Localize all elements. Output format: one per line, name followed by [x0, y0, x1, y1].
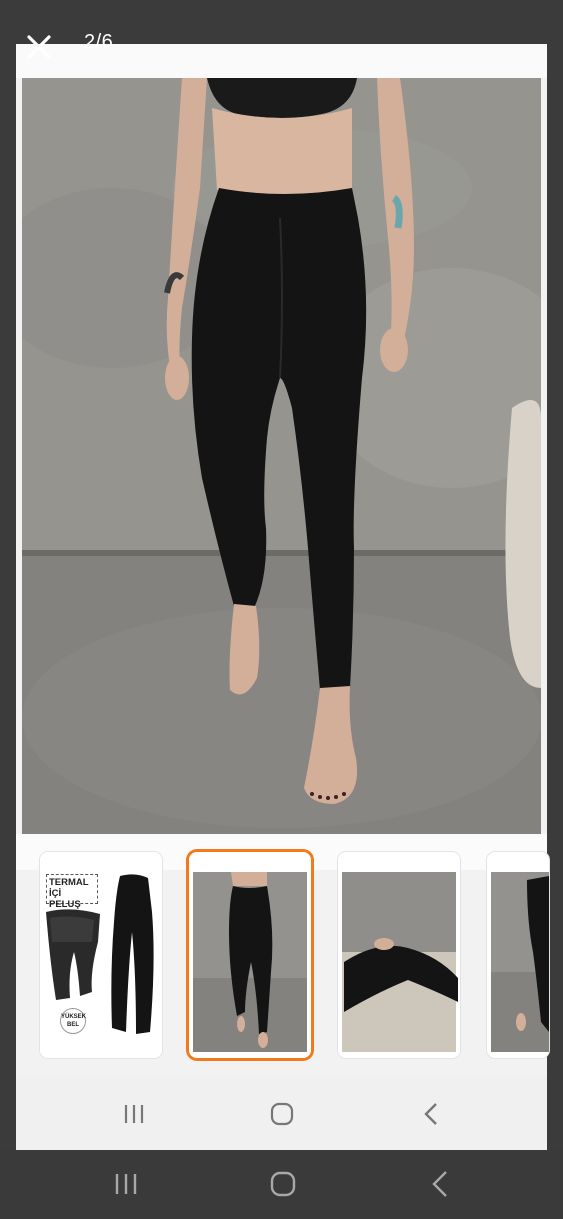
app-recents-button[interactable] — [114, 1094, 154, 1134]
thumbnail-4[interactable] — [487, 852, 549, 1058]
badge-high-waist-bottom: BEL — [67, 1022, 79, 1028]
thumbnail-label-termal: TERMAL İÇİ PELUŞ — [46, 874, 98, 910]
label-termal-sub: İÇİ PELUŞ — [49, 888, 81, 910]
badge-high-waist-top: YÜKSEK — [61, 1014, 87, 1020]
recents-icon — [115, 1174, 137, 1194]
system-home-button[interactable] — [263, 1164, 303, 1204]
label-termal-title: TERMAL — [49, 877, 89, 888]
frame-left — [0, 44, 16, 1150]
back-icon — [432, 1171, 447, 1197]
close-icon — [27, 35, 51, 59]
system-recents-button[interactable] — [106, 1164, 146, 1204]
badge-high-waist: YÜKSEK BEL — [60, 1008, 86, 1034]
home-icon — [270, 1171, 296, 1197]
app-home-button[interactable] — [262, 1094, 302, 1134]
recents-icon — [124, 1105, 144, 1123]
close-button[interactable] — [22, 30, 56, 64]
thumbnail-3[interactable] — [338, 852, 460, 1058]
frame-right — [547, 44, 563, 1150]
main-product-photo[interactable] — [22, 78, 541, 834]
system-back-button[interactable] — [420, 1164, 460, 1204]
thumbnail-1[interactable]: TERMAL İÇİ PELUŞ YÜKSEK BEL — [40, 852, 162, 1058]
image-counter: 2/6 — [84, 31, 114, 53]
thumbnail-2-selected[interactable] — [189, 852, 311, 1058]
back-icon — [424, 1103, 437, 1125]
app-back-button[interactable] — [411, 1094, 451, 1134]
home-icon — [270, 1102, 294, 1126]
